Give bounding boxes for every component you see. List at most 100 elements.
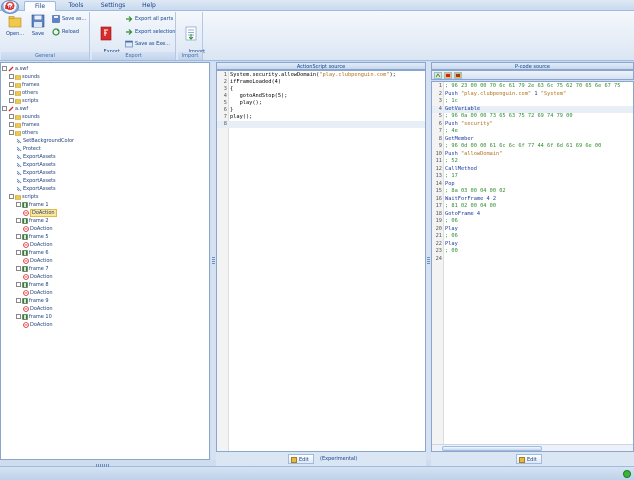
expand-toggle-icon[interactable] — [16, 218, 21, 223]
tree-node[interactable]: frame 9 — [16, 297, 49, 305]
save-as-exe-button[interactable]: Save as Exe... — [125, 39, 170, 50]
expand-toggle-icon[interactable] — [9, 194, 14, 199]
swf-icon — [8, 66, 14, 71]
tree-node[interactable]: Protect — [16, 145, 41, 153]
tree-node[interactable]: DoAction — [23, 257, 53, 265]
tab-help[interactable]: Help — [136, 1, 162, 11]
expand-toggle-icon[interactable] — [9, 98, 14, 103]
expand-toggle-icon[interactable] — [9, 114, 14, 119]
tree-node[interactable]: ExportAssets — [16, 169, 56, 177]
export-selection-button[interactable]: Export selection — [125, 27, 175, 38]
tab-settings[interactable]: Settings — [98, 1, 128, 11]
tree-node[interactable]: ExportAssets — [16, 161, 56, 169]
expand-toggle-icon[interactable] — [9, 74, 14, 79]
expand-toggle-icon[interactable] — [9, 82, 14, 87]
open-button[interactable]: Open... — [3, 14, 27, 37]
tree-node[interactable]: a.swf — [2, 105, 28, 113]
tree-node[interactable]: scripts — [9, 97, 39, 105]
tree-node[interactable]: ExportAssets — [16, 185, 56, 193]
expand-toggle-icon[interactable] — [16, 234, 21, 239]
tree-node[interactable]: DoAction — [23, 321, 53, 329]
action-icon — [23, 321, 29, 328]
pcode-line: 9; 96 0d 00 00 61 6c 6c 6f 77 44 6f 6d 6… — [432, 143, 633, 151]
expand-toggle-icon[interactable] — [9, 90, 14, 95]
tree-node[interactable]: DoAction — [23, 305, 53, 313]
tree-node[interactable]: sounds — [9, 113, 40, 121]
line-number: 8 — [438, 135, 442, 142]
tree-node[interactable]: frame 1 — [16, 201, 49, 209]
splitter-grip[interactable] — [212, 257, 215, 265]
expand-toggle-icon[interactable] — [16, 266, 21, 271]
hex-view-button[interactable] — [444, 72, 452, 79]
swf-tree-panel[interactable]: a.swf sounds frames others scripts a.swf sound… — [0, 62, 210, 460]
application-menu-button[interactable]: DEC — [1, 0, 19, 14]
pcode-edit-button[interactable]: Edit — [516, 454, 542, 464]
code-line: 6} — [217, 107, 425, 114]
tree-node[interactable]: DoAction — [23, 289, 53, 297]
line-number: 2 — [438, 90, 442, 97]
tree-node[interactable]: a.swf — [2, 65, 28, 73]
tag-icon — [16, 162, 22, 167]
action-icon — [23, 225, 29, 232]
tree-node-label: DoAction — [30, 258, 53, 264]
tree-node[interactable]: others — [9, 129, 38, 137]
line-number: 2 — [223, 79, 227, 85]
pcode-line: 22 Play — [432, 240, 633, 249]
tree-node[interactable]: DoAction — [23, 241, 53, 249]
pcode-line: 12 CallMethod — [432, 166, 633, 174]
group-label-general: General — [1, 52, 89, 60]
tree-node[interactable]: SetBackgroundColor — [16, 137, 74, 145]
reload-button[interactable]: Reload — [52, 27, 79, 38]
tree-node[interactable]: frame 2 — [16, 217, 49, 225]
frame-icon — [22, 201, 28, 208]
expand-toggle-icon[interactable] — [9, 122, 14, 127]
tree-node[interactable]: scripts — [9, 193, 39, 201]
tree-node[interactable]: frames — [9, 81, 39, 89]
tab-tools[interactable]: Tools — [62, 1, 90, 11]
tree-node[interactable]: ExportAssets — [16, 153, 56, 161]
pcode-panel-title: P-code source — [431, 62, 634, 70]
expand-toggle-icon[interactable] — [2, 66, 7, 71]
splitter-grip[interactable] — [427, 257, 430, 265]
tree-node[interactable]: frame 5 — [16, 233, 49, 241]
tree-node[interactable]: frame 7 — [16, 265, 49, 273]
code-line: 1 System.security.allowDomain("play.clubp… — [217, 72, 425, 79]
expand-toggle-icon[interactable] — [16, 314, 21, 319]
export-all-parts-button[interactable]: Export all parts — [125, 14, 173, 25]
save-button[interactable]: Save — [29, 14, 47, 37]
expand-toggle-icon[interactable] — [16, 202, 21, 207]
export-all-parts-label: Export all parts — [135, 16, 174, 22]
pcode-text: Play — [445, 225, 458, 232]
tree-node[interactable]: frame 10 — [16, 313, 52, 321]
import-text-icon — [185, 26, 196, 41]
tree-node[interactable]: ExportAssets — [16, 177, 56, 185]
pcode-horizontal-scrollbar[interactable] — [432, 444, 633, 451]
line-number: 15 — [435, 188, 442, 194]
expand-toggle-icon[interactable] — [16, 298, 21, 303]
actionscript-editor[interactable]: 1 System.security.allowDomain("play.clubp… — [216, 70, 426, 452]
pcode-text: Play — [445, 240, 458, 247]
tree-node-label: DoAction — [30, 322, 53, 328]
tree-node[interactable]: frames — [9, 121, 39, 129]
graph-view-button[interactable] — [434, 72, 442, 79]
resolve-constants-button[interactable] — [454, 72, 462, 79]
expand-toggle-icon[interactable] — [9, 130, 14, 135]
expand-toggle-icon[interactable] — [16, 282, 21, 287]
tree-node-label: scripts — [22, 194, 39, 200]
tree-node[interactable]: DoAction — [23, 209, 57, 217]
expand-toggle-icon[interactable] — [2, 106, 7, 111]
pcode-editor[interactable]: 1; 96 23 00 00 70 6c 61 79 2e 63 6c 75 6… — [431, 81, 634, 452]
scrollbar-thumb[interactable] — [442, 446, 542, 451]
save-as-button[interactable]: Save as... — [52, 14, 86, 25]
actionscript-edit-button[interactable]: Edit — [288, 454, 314, 464]
tree-node[interactable]: DoAction — [23, 225, 53, 233]
tree-node[interactable]: frame 6 — [16, 249, 49, 257]
pcode-line: 3; 1c — [432, 98, 633, 106]
tree-node[interactable]: sounds — [9, 73, 40, 81]
bottom-splitter-grip[interactable] — [96, 464, 110, 467]
tree-node[interactable]: others — [9, 89, 38, 97]
code-line: 3{ — [217, 86, 425, 93]
tree-node[interactable]: DoAction — [23, 273, 53, 281]
tree-node[interactable]: frame 8 — [16, 281, 49, 289]
expand-toggle-icon[interactable] — [16, 250, 21, 255]
